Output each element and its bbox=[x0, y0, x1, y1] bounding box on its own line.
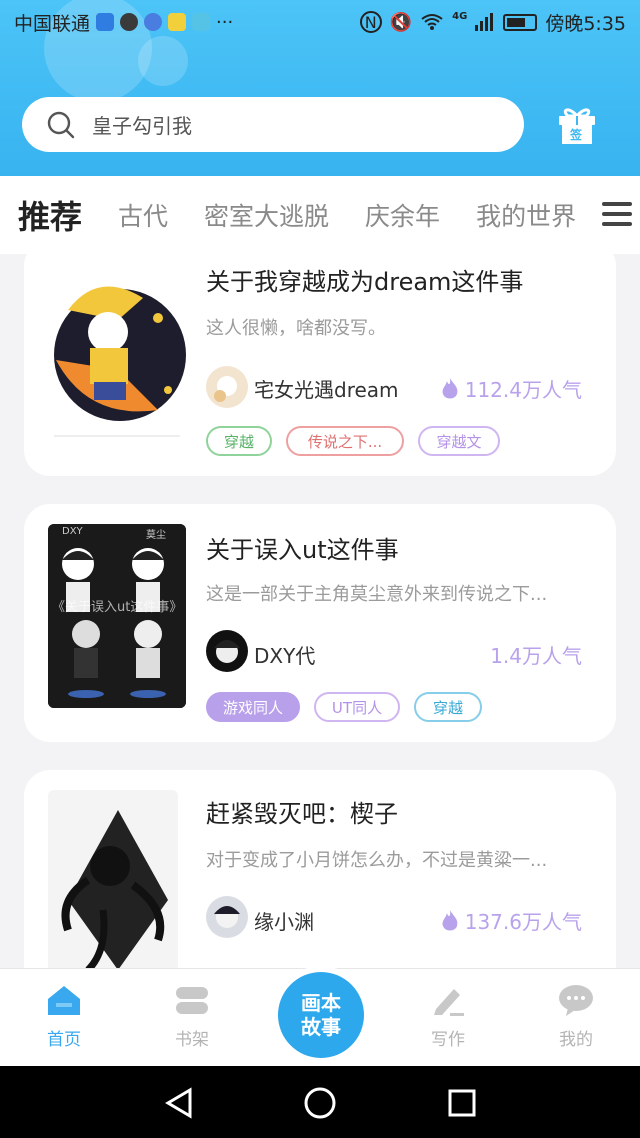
story-tag[interactable]: 传说之下... bbox=[286, 426, 404, 456]
author-avatar[interactable] bbox=[206, 896, 248, 938]
signal-icon bbox=[475, 13, 494, 31]
story-description: 这是一部关于主角莫尘意外来到传说之下... bbox=[206, 584, 548, 605]
cover-label: 莫尘 bbox=[146, 530, 166, 541]
author-avatar[interactable] bbox=[206, 630, 248, 672]
story-description: 对于变成了小月饼怎么办，不过是黄粱一... bbox=[206, 850, 548, 871]
recents-icon[interactable] bbox=[448, 1089, 476, 1117]
cover-illustration bbox=[54, 286, 186, 437]
search-input[interactable]: 皇子勾引我 bbox=[92, 110, 192, 139]
author-name[interactable]: 宅女光遇dream bbox=[254, 374, 399, 403]
tab-qingyunian[interactable]: 庆余年 bbox=[365, 197, 440, 233]
bookshelf-icon bbox=[176, 987, 208, 1014]
wechat-icon bbox=[120, 13, 139, 31]
popularity-count: 112.4万人气 bbox=[464, 378, 582, 402]
status-bar: 中国联通 ··· N 🔇 4G 傍晚5:35 bbox=[0, 0, 640, 44]
app-7-icon bbox=[168, 13, 187, 31]
story-title[interactable]: 赶紧毁灭吧：楔子 bbox=[206, 794, 398, 829]
cover-illustration bbox=[48, 790, 178, 980]
popularity: 1.4万人气 bbox=[490, 640, 582, 669]
music-icon bbox=[144, 13, 163, 31]
author-name[interactable]: DXY代 bbox=[254, 640, 315, 669]
mute-icon: 🔇 bbox=[389, 11, 413, 33]
nav-mine-label: 我的 bbox=[559, 1030, 593, 1050]
nav-write-label: 写作 bbox=[431, 1030, 465, 1050]
popularity: 137.6万人气 bbox=[441, 906, 582, 935]
carrier-label: 中国联通 bbox=[14, 12, 91, 35]
nav-bookshelf-label: 书架 bbox=[175, 1030, 209, 1050]
popularity-count: 1.4万人气 bbox=[490, 644, 582, 668]
story-card[interactable]: DXY 莫尘 《关于误入ut这件事》 关于误入ut这件事 这是一部关于主角莫尘意… bbox=[24, 504, 616, 742]
story-cover[interactable] bbox=[48, 270, 186, 440]
nav-bookshelf[interactable]: 书架 bbox=[152, 983, 232, 1050]
flame-icon bbox=[442, 377, 458, 398]
nav-mine[interactable]: 我的 bbox=[536, 983, 616, 1050]
story-tag[interactable]: 游戏同人 bbox=[206, 692, 300, 722]
popularity-count: 137.6万人气 bbox=[464, 910, 582, 934]
home-icon bbox=[48, 986, 80, 1015]
book-app-icon bbox=[192, 13, 211, 31]
nav-write[interactable]: 写作 bbox=[408, 983, 488, 1050]
flame-icon bbox=[442, 909, 458, 930]
cover-label: DXY bbox=[62, 526, 83, 537]
tab-my-world[interactable]: 我的世界 bbox=[476, 197, 576, 233]
pen-icon bbox=[434, 989, 464, 1016]
story-tag[interactable]: UT同人 bbox=[314, 692, 400, 722]
author-avatar[interactable] bbox=[206, 366, 248, 408]
story-description: 这人很懒，啥都没写。 bbox=[206, 318, 386, 339]
gift-label: 签 bbox=[570, 128, 583, 142]
network-type: 4G bbox=[452, 10, 468, 22]
search-icon bbox=[47, 111, 75, 138]
shield-app-icon bbox=[96, 13, 115, 31]
story-title[interactable]: 关于我穿越成为dream这件事 bbox=[206, 262, 523, 297]
story-cover[interactable]: DXY 莫尘 《关于误入ut这件事》 bbox=[48, 524, 186, 708]
status-time: 傍晚5:35 bbox=[545, 12, 626, 35]
popularity: 112.4万人气 bbox=[441, 374, 582, 403]
category-menu-icon[interactable] bbox=[598, 196, 636, 232]
story-title[interactable]: 关于误入ut这件事 bbox=[206, 530, 399, 565]
story-tag[interactable]: 穿越 bbox=[414, 692, 482, 722]
nfc-icon: N bbox=[359, 11, 382, 33]
tab-ancient[interactable]: 古代 bbox=[118, 197, 168, 233]
nav-home[interactable]: 首页 bbox=[24, 983, 104, 1050]
story-tag[interactable]: 穿越文 bbox=[418, 426, 500, 456]
story-tag[interactable]: 穿越 bbox=[206, 426, 272, 456]
app-header: 中国联通 ··· N 🔇 4G 傍晚5:35 皇子勾引我 签 bbox=[0, 0, 640, 176]
story-card[interactable]: 关于我穿越成为dream这件事 这人很懒，啥都没写。 宅女光遇dream 112… bbox=[24, 240, 616, 476]
wifi-icon bbox=[421, 14, 443, 30]
battery-icon bbox=[503, 13, 538, 31]
more-notifications-icon: ··· bbox=[216, 11, 234, 33]
author-name[interactable]: 缘小渊 bbox=[254, 906, 314, 935]
center-button-line1: 画本 bbox=[301, 991, 341, 1015]
back-icon[interactable] bbox=[165, 1087, 192, 1119]
center-button-line2: 故事 bbox=[301, 1015, 341, 1039]
picture-story-button[interactable]: 画本 故事 bbox=[278, 972, 364, 1058]
tab-escape-room[interactable]: 密室大逃脱 bbox=[204, 197, 329, 233]
home-circle-icon[interactable] bbox=[304, 1087, 336, 1119]
story-cover[interactable] bbox=[48, 790, 178, 980]
cover-title-text: 《关于误入ut这件事》 bbox=[52, 600, 183, 615]
system-navigation-bar bbox=[0, 1066, 640, 1138]
daily-signin-gift-button[interactable]: 签 bbox=[556, 104, 598, 146]
nav-home-label: 首页 bbox=[47, 1030, 81, 1050]
tab-recommend[interactable]: 推荐 bbox=[18, 192, 82, 238]
chat-bubble-icon bbox=[559, 985, 593, 1016]
search-bar[interactable]: 皇子勾引我 bbox=[22, 97, 524, 152]
